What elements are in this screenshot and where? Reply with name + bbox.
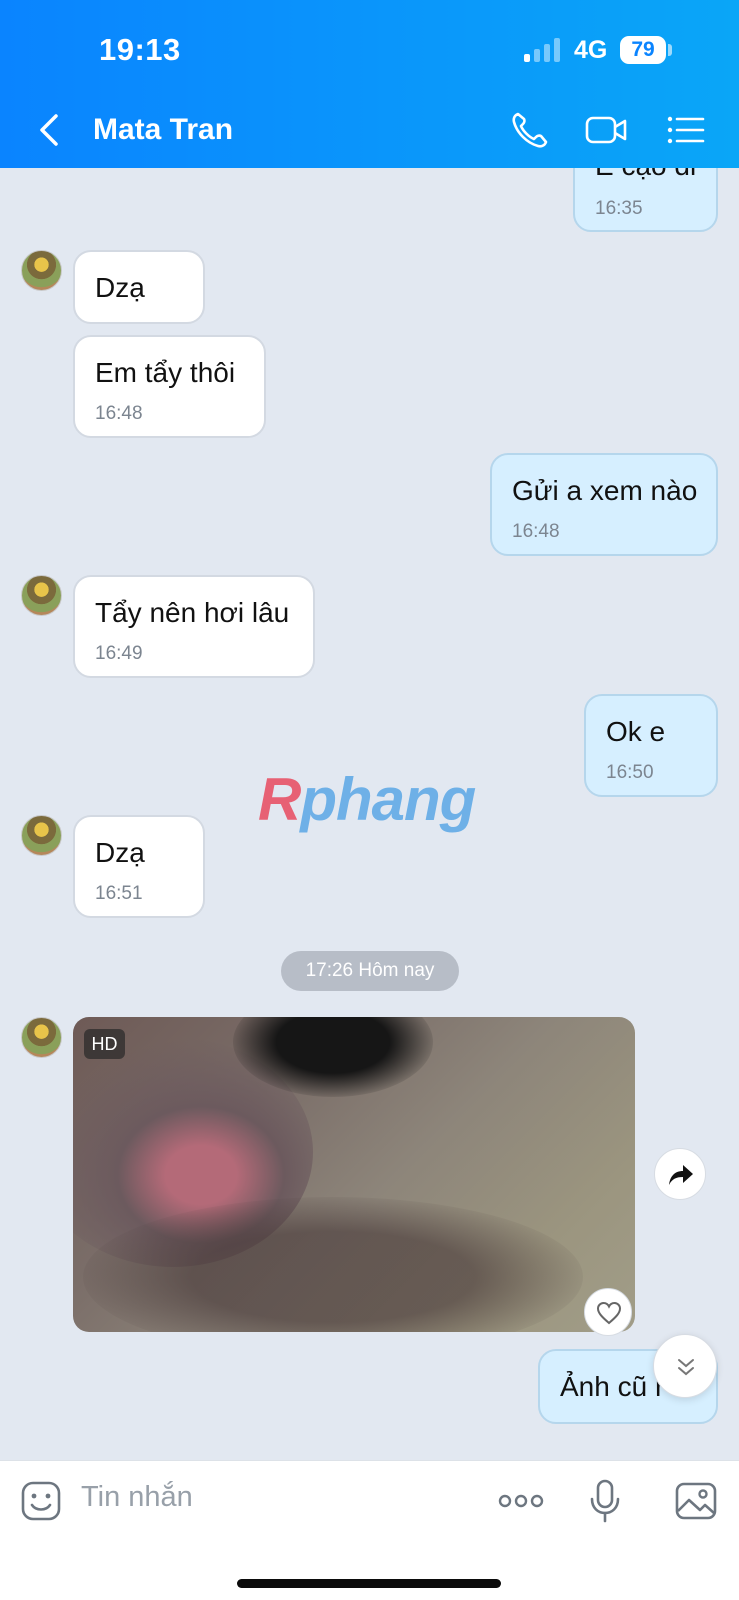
phone-icon[interactable]	[508, 108, 552, 152]
message-time: 16:49	[95, 643, 143, 664]
sticker-emoji-icon[interactable]	[20, 1479, 62, 1523]
message-time: 16:35	[595, 198, 643, 219]
more-options-icon[interactable]	[497, 1479, 545, 1523]
home-indicator[interactable]	[237, 1579, 501, 1588]
react-heart-button[interactable]	[584, 1288, 632, 1336]
message-time: 16:48	[512, 521, 560, 542]
video-call-icon[interactable]	[584, 108, 628, 152]
message-time: 16:51	[95, 883, 143, 904]
message-composer: Tin nhắn	[0, 1460, 739, 1600]
back-arrow-icon[interactable]	[34, 110, 66, 150]
message-text: Ảnh cũ r	[560, 1371, 665, 1402]
contact-avatar[interactable]	[21, 575, 62, 616]
network-type: 4G	[574, 36, 608, 64]
message-bubble-incoming[interactable]: Em tẩy thôi 16:48	[73, 335, 266, 438]
message-text: E cạo đi	[595, 168, 696, 182]
message-text: Gửi a xem nào	[512, 475, 698, 506]
message-text: Em tẩy thôi	[95, 357, 236, 388]
contact-avatar[interactable]	[21, 1017, 62, 1058]
message-input[interactable]: Tin nhắn	[81, 1481, 193, 1514]
message-bubble-incoming[interactable]: Dzạ 16:51	[73, 815, 205, 918]
message-text: Tẩy nên hơi lâu	[95, 597, 290, 628]
heart-icon	[596, 1301, 622, 1325]
image-gallery-icon[interactable]	[674, 1479, 718, 1523]
status-time: 19:13	[99, 32, 181, 67]
message-text: Ok e	[606, 716, 666, 747]
contact-name[interactable]: Mata Tran	[93, 113, 233, 147]
microphone-icon[interactable]	[589, 1479, 621, 1523]
signal-icon	[524, 38, 564, 62]
message-bubble-outgoing[interactable]: Ok e 16:50	[584, 694, 718, 797]
message-bubble-outgoing[interactable]: E cạo đi 16:35	[573, 168, 718, 232]
contact-avatar[interactable]	[21, 815, 62, 856]
message-time: 16:48	[95, 403, 143, 424]
message-bubble-incoming[interactable]: Tẩy nên hơi lâu 16:49	[73, 575, 315, 678]
watermark-logo: Rphang	[258, 766, 476, 833]
contact-avatar[interactable]	[21, 250, 62, 291]
date-separator: 17:26 Hôm nay	[281, 951, 459, 991]
menu-list-icon[interactable]	[664, 108, 708, 152]
message-text: Dzạ	[95, 837, 145, 868]
message-bubble-outgoing[interactable]: Gửi a xem nào 16:48	[490, 453, 718, 556]
message-list[interactable]: E cạo đi 16:35 Dzạ Em tẩy thôi 16:48 Gửi…	[0, 168, 739, 1460]
photo-message[interactable]: HD	[73, 1017, 635, 1332]
battery-icon: 79	[620, 36, 666, 64]
message-text: Dzạ	[95, 272, 145, 303]
hd-badge: HD	[84, 1029, 125, 1059]
message-time: 16:50	[606, 762, 654, 783]
forward-button[interactable]	[654, 1148, 706, 1200]
battery-tip	[668, 44, 672, 56]
scroll-to-bottom-button[interactable]	[653, 1334, 717, 1398]
message-bubble-incoming[interactable]: Dzạ	[73, 250, 205, 324]
chat-header: 19:13 4G 79 Mata Tran	[0, 0, 739, 168]
share-arrow-icon	[669, 1165, 693, 1185]
double-chevron-down-icon	[678, 1359, 694, 1376]
